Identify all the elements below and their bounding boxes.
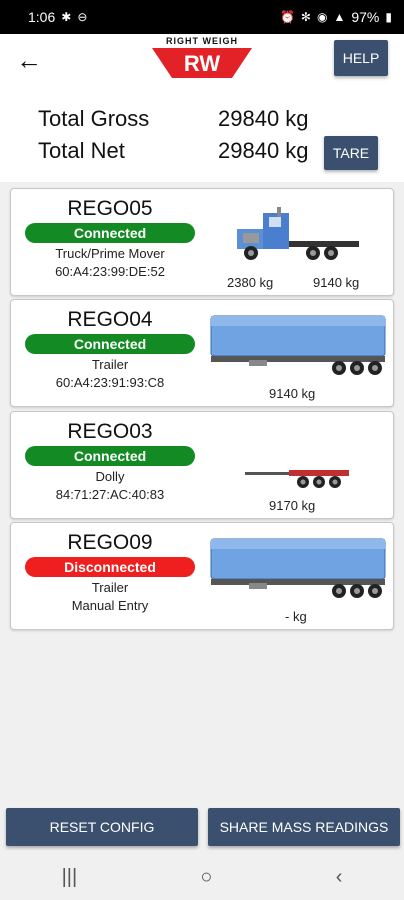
system-nav-bar: ||| ○ ‹ — [0, 854, 404, 900]
rear-axle-weight: 9140 kg — [313, 275, 360, 290]
reset-config-button[interactable]: RESET CONFIG — [6, 808, 198, 846]
status-badge: Disconnected — [25, 557, 195, 577]
unit-mac: 60:A4:23:91:93:C8 — [55, 375, 165, 390]
unit-name: REGO05 — [67, 197, 153, 220]
status-bar: 1:06 ✱ ⊖ ⏰ ✻ ◉ ▲ 97% ▮ — [0, 0, 404, 34]
wifi-icon: ◉ — [316, 10, 328, 24]
axle-weight: 9170 kg — [269, 498, 316, 513]
status-badge: Connected — [25, 223, 195, 243]
unit-card-rego05[interactable]: REGO05 Connected Truck/Prime Mover 60:A4… — [10, 188, 394, 296]
clock: 1:06 — [28, 9, 56, 25]
total-net-row: Total Net 29840 kg — [38, 138, 309, 164]
battery-level: 97% — [351, 9, 380, 25]
tare-button[interactable]: TARE — [324, 136, 378, 170]
status-badge: Connected — [25, 334, 195, 354]
truck-prime-mover-icon — [237, 207, 359, 260]
unit-name: REGO04 — [67, 308, 153, 331]
logo-letters: RW — [184, 51, 220, 76]
unit-type: Dolly — [95, 469, 125, 484]
trailer-icon — [210, 538, 386, 598]
app-bar: ← RIGHT WEIGH RW HELP — [0, 34, 404, 86]
total-net-label: Total Net — [38, 138, 125, 163]
unit-name: REGO03 — [67, 420, 153, 443]
rw-logo-icon: RW — [152, 48, 252, 78]
unit-name: REGO09 — [67, 531, 153, 554]
back-arrow-icon[interactable]: ← — [16, 45, 46, 76]
settings-notification-icon: ✱ — [61, 10, 72, 24]
recent-apps-icon[interactable]: ||| — [62, 866, 78, 889]
logo-text: RIGHT WEIGH — [166, 36, 238, 46]
unit-type: Truck/Prime Mover — [55, 246, 165, 261]
dolly-icon — [245, 470, 349, 488]
totals-panel: Total Gross 29840 kg Total Net 29840 kg … — [0, 86, 404, 182]
unit-card-rego03[interactable]: REGO03 Connected Dolly 84:71:27:AC:40:83… — [10, 411, 394, 519]
home-icon[interactable]: ○ — [200, 866, 212, 889]
battery-icon: ▮ — [385, 10, 392, 24]
alarm-icon: ⏰ — [279, 10, 295, 24]
signal-icon: ▲ — [333, 10, 346, 24]
unit-card-rego09[interactable]: REGO09 Disconnected Trailer Manual Entry… — [10, 522, 394, 630]
trailer-icon — [210, 315, 386, 375]
total-gross-row: Total Gross 29840 kg — [38, 106, 309, 132]
unit-type: Trailer — [91, 580, 129, 595]
unit-detail: Manual Entry — [71, 598, 149, 613]
back-nav-icon[interactable]: ‹ — [336, 866, 343, 889]
help-button[interactable]: HELP — [334, 40, 388, 76]
unit-mac: 84:71:27:AC:40:83 — [55, 487, 165, 502]
axle-weight: 9140 kg — [269, 386, 316, 401]
axle-weight: - kg — [285, 609, 307, 624]
unit-type: Trailer — [91, 357, 129, 372]
total-net-value: 29840 kg — [218, 138, 309, 163]
unit-mac: 60:A4:23:99:DE:52 — [55, 264, 165, 279]
unit-card-rego04[interactable]: REGO04 Connected Trailer 60:A4:23:91:93:… — [10, 299, 394, 407]
total-gross-value: 29840 kg — [218, 106, 309, 131]
total-gross-label: Total Gross — [38, 106, 150, 131]
right-weigh-logo: RIGHT WEIGH RW — [150, 36, 254, 82]
front-axle-weight: 2380 kg — [227, 275, 274, 290]
status-badge: Connected — [25, 446, 195, 466]
bluetooth-icon: ✻ — [300, 10, 311, 24]
share-mass-readings-button[interactable]: SHARE MASS READINGS — [208, 808, 400, 846]
dnd-icon: ⊖ — [77, 10, 88, 24]
